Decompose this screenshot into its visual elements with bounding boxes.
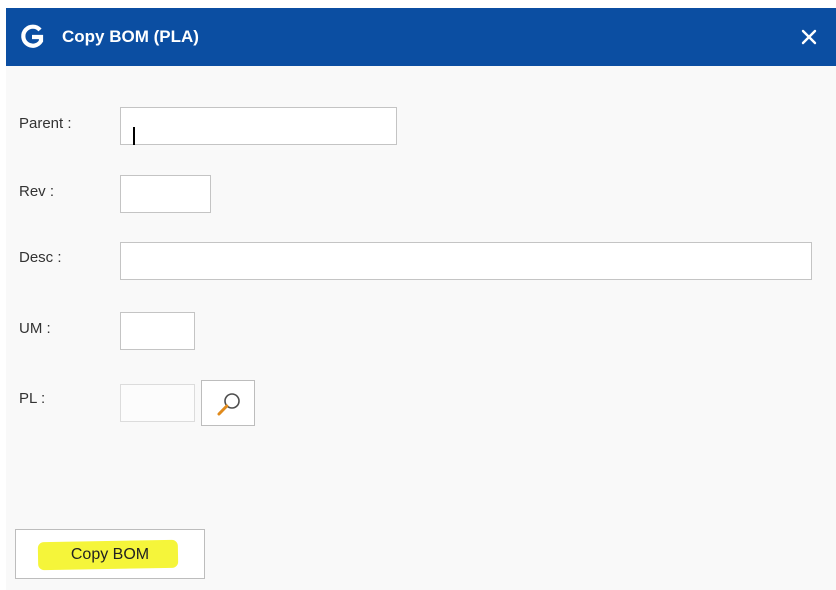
pl-lookup-button[interactable]: [201, 380, 255, 426]
dialog-title: Copy BOM (PLA): [62, 27, 199, 46]
rev-label: Rev :: [19, 183, 55, 200]
search-icon: [217, 393, 240, 416]
pl-input[interactable]: [120, 384, 195, 422]
close-icon[interactable]: [800, 28, 818, 46]
parent-label: Parent :: [19, 115, 72, 132]
um-label: UM :: [19, 320, 51, 337]
text-caret: [133, 127, 135, 145]
copy-bom-button-label: Copy BOM: [70, 546, 150, 563]
copy-bom-dialog: Copy BOM (PLA) Parent : Rev : Desc : UM …: [6, 8, 836, 590]
g-logo-icon: [21, 24, 44, 48]
copy-bom-button[interactable]: Copy BOM: [15, 529, 205, 579]
desc-input[interactable]: [120, 242, 812, 280]
dialog-titlebar: Copy BOM (PLA): [6, 8, 836, 66]
desc-label: Desc :: [19, 249, 62, 266]
parent-input[interactable]: [120, 107, 397, 145]
rev-input[interactable]: [120, 175, 211, 213]
pl-label: PL :: [19, 390, 46, 407]
um-input[interactable]: [120, 312, 195, 350]
